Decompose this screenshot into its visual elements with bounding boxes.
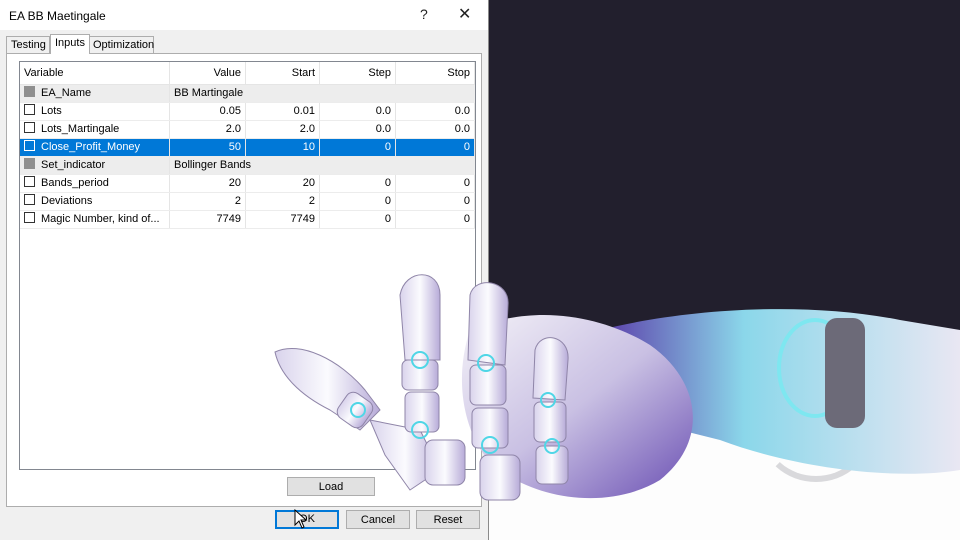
tab-inputs[interactable]: Inputs bbox=[50, 34, 90, 54]
robot-hand-image bbox=[274, 274, 960, 501]
mouse-cursor-icon bbox=[294, 509, 308, 529]
